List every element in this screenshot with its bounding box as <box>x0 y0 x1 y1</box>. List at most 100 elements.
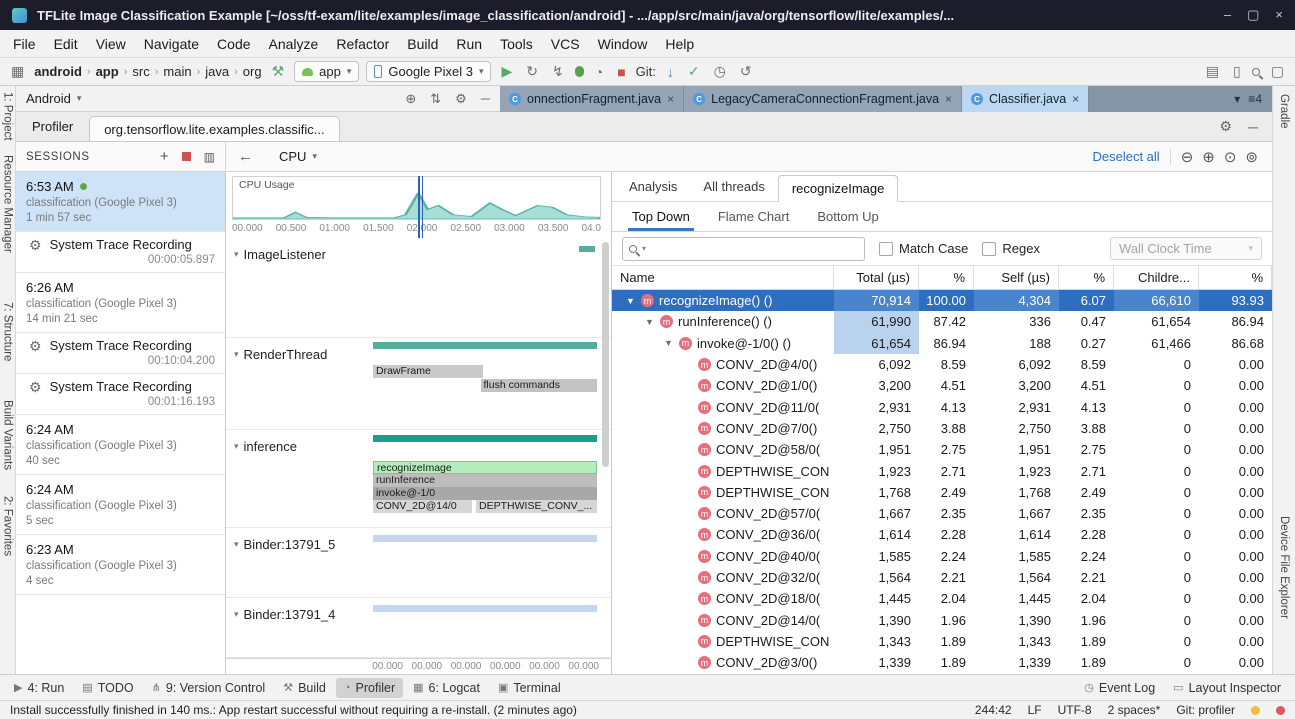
git-branch[interactable]: Git: profiler <box>1176 703 1235 717</box>
match-case-checkbox[interactable]: Match Case <box>879 241 968 256</box>
menu-item-analyze[interactable]: Analyze <box>260 36 328 52</box>
indent-style[interactable]: 2 spaces* <box>1108 703 1161 717</box>
project-settings-gear-icon[interactable]: ⚙ <box>455 91 467 107</box>
tool-stripe-build-variants[interactable]: Build Variants <box>2 400 14 470</box>
tree-table-row[interactable]: mCONV_2D@11/0(2,9314.132,9314.1300.00 <box>612 396 1272 417</box>
vertical-scrollbar[interactable] <box>602 242 609 467</box>
tool-stripe-resource-manager[interactable]: Resource Manager <box>2 155 14 253</box>
cpu-usage-chart[interactable]: CPU Usage <box>232 176 601 220</box>
run-icon[interactable]: ▶ <box>498 63 515 80</box>
tree-table-row[interactable]: mCONV_2D@14/0(1,3901.961,3901.9600.00 <box>612 609 1272 630</box>
tree-table-row[interactable]: mCONV_2D@7/0()2,7503.882,7503.8800.00 <box>612 418 1272 439</box>
close-tab-icon[interactable]: × <box>667 92 674 106</box>
tree-table-row[interactable]: mDEPTHWISE_CON1,7682.491,7682.4900.00 <box>612 482 1272 503</box>
tree-table-row[interactable]: ▼mrunInference() ()61,99087.423360.4761,… <box>612 311 1272 332</box>
menu-item-refactor[interactable]: Refactor <box>327 36 398 52</box>
zoom-to-selection-icon[interactable]: ⊚ <box>1245 148 1258 166</box>
toolwindow-button-layout-inspector[interactable]: ▭Layout Inspector <box>1165 678 1289 698</box>
thread-label[interactable]: ▾RenderThread <box>234 347 327 362</box>
tree-table-row[interactable]: ▼mrecognizeImage() ()70,914100.004,3046.… <box>612 290 1272 311</box>
breadcrumb-java[interactable]: java <box>205 64 229 79</box>
breadcrumb-android[interactable]: android <box>34 64 82 79</box>
collapse-sessions-icon[interactable]: ▥ <box>204 150 215 164</box>
tab-list-icon[interactable]: ≡4 <box>1248 92 1262 106</box>
toolwindow-button-todo[interactable]: ▤TODO <box>74 678 141 698</box>
menu-item-tools[interactable]: Tools <box>491 36 542 52</box>
tree-table-row[interactable]: mCONV_2D@36/0(1,6142.281,6142.2800.00 <box>612 524 1272 545</box>
search-input[interactable] <box>651 241 858 256</box>
session-item[interactable]: 6:53 AMclassification (Google Pixel 3)1 … <box>16 172 225 232</box>
column-header-childre[interactable]: Childre... <box>1114 266 1199 289</box>
tree-table-row[interactable]: ▼minvoke@-1/0() ()61,65486.941880.2761,4… <box>612 333 1272 354</box>
analysis-tab-all-threads[interactable]: All threads <box>690 172 777 201</box>
clock-type-dropdown[interactable]: Wall Clock Time ▾ <box>1110 237 1262 260</box>
menu-item-file[interactable]: File <box>4 36 45 52</box>
run-configuration-dropdown[interactable]: app ▾ <box>294 61 359 82</box>
toolwindow-button-terminal[interactable]: ▣Terminal <box>490 678 569 698</box>
tree-table-row[interactable]: mDEPTHWISE_CON1,3431.891,3431.8900.00 <box>612 631 1272 652</box>
tree-table-row[interactable]: mCONV_2D@1/0()3,2004.513,2004.5100.00 <box>612 375 1272 396</box>
layout-editor-icon[interactable]: ▤ <box>1203 63 1222 80</box>
file-encoding[interactable]: UTF-8 <box>1058 703 1092 717</box>
apply-changes-icon[interactable]: ↻ <box>523 63 541 80</box>
git-rollback-icon[interactable]: ↺ <box>737 63 755 80</box>
menu-item-code[interactable]: Code <box>208 36 259 52</box>
toolwindow-button-event-log[interactable]: ◷Event Log <box>1076 678 1163 698</box>
new-session-plus-icon[interactable]: + <box>160 148 169 165</box>
tree-table-row[interactable]: mCONV_2D@58/0(1,9512.751,9512.7500.00 <box>612 439 1272 460</box>
menu-item-vcs[interactable]: VCS <box>542 36 589 52</box>
profiler-session-tab[interactable]: org.tensorflow.lite.examples.classific..… <box>89 116 339 141</box>
column-header-total-s[interactable]: Total (µs) <box>834 266 919 289</box>
tree-table-row[interactable]: mDEPTHWISE_CON1,9232.711,9232.7100.00 <box>612 460 1272 481</box>
column-header-[interactable]: % <box>1059 266 1114 289</box>
thread-label[interactable]: ▾ImageListener <box>234 247 326 262</box>
metric-dropdown[interactable]: CPU ▾ <box>279 149 317 164</box>
breadcrumb-org[interactable]: org <box>243 64 262 79</box>
menu-item-navigate[interactable]: Navigate <box>135 36 208 52</box>
expand-icon[interactable]: ▼ <box>664 338 674 348</box>
zoom-in-icon[interactable]: ⊕ <box>1202 148 1215 166</box>
selection-range-handle[interactable] <box>418 176 420 238</box>
session-item[interactable]: 6:26 AMclassification (Google Pixel 3)14… <box>16 273 225 333</box>
stop-icon[interactable]: ■ <box>614 64 628 80</box>
column-header-name[interactable]: Name <box>612 266 834 289</box>
debug-icon[interactable] <box>575 66 584 77</box>
tree-table-row[interactable]: mCONV_2D@32/0(1,5642.211,5642.2100.00 <box>612 567 1272 588</box>
menu-item-window[interactable]: Window <box>589 36 657 52</box>
toolwindow-button-4-run[interactable]: ▶4: Run <box>6 678 72 698</box>
editor-tab-onnectionfragment-java[interactable]: ConnectionFragment.java× <box>500 86 684 112</box>
editor-tab-classifier-java[interactable]: CClassifier.java× <box>962 86 1089 112</box>
expand-icon[interactable]: ▼ <box>645 317 655 327</box>
back-arrow-icon[interactable]: ← <box>238 148 253 165</box>
project-view-selector[interactable]: Android <box>26 91 71 106</box>
tool-stripe-gradle[interactable]: Gradle <box>1278 94 1290 129</box>
minimize-panel-icon[interactable]: ─ <box>1248 119 1258 135</box>
menu-item-build[interactable]: Build <box>398 36 447 52</box>
regex-checkbox[interactable]: Regex <box>982 241 1040 256</box>
session-item[interactable]: 6:23 AMclassification (Google Pixel 3)4 … <box>16 535 225 595</box>
toolwindow-button-build[interactable]: ⚒Build <box>275 678 334 698</box>
reset-zoom-icon[interactable]: ⊙ <box>1224 148 1237 166</box>
zoom-out-icon[interactable]: ⊖ <box>1181 148 1194 166</box>
profiler-settings-gear-icon[interactable]: ⚙ <box>1220 118 1233 135</box>
locate-file-icon[interactable]: ⊕ <box>405 91 416 107</box>
breadcrumb-src[interactable]: src <box>132 64 149 79</box>
minimize-window-icon[interactable]: – <box>1224 7 1231 23</box>
toolwindow-button-6-logcat[interactable]: ▦6: Logcat <box>405 678 488 698</box>
apply-code-changes-icon[interactable]: ↯ <box>549 63 567 80</box>
editor-tab-legacycameraconnectionfragment-java[interactable]: CLegacyCameraConnectionFragment.java× <box>684 86 962 112</box>
device-manager-icon[interactable]: ▯ <box>1230 63 1244 80</box>
thread-label[interactable]: ▾Binder:13791_4 <box>234 607 335 622</box>
search-options-chevron-icon[interactable]: ▾ <box>642 244 646 253</box>
thread-label[interactable]: ▾Binder:13791_5 <box>234 537 335 552</box>
git-history-icon[interactable]: ◷ <box>711 63 729 80</box>
tool-stripe-7-structure[interactable]: 7: Structure <box>2 302 14 361</box>
tool-stripe-device-file-explorer[interactable]: Device File Explorer <box>1278 516 1290 619</box>
column-header-[interactable]: % <box>919 266 974 289</box>
column-header-[interactable]: % <box>1199 266 1272 289</box>
device-dropdown[interactable]: Google Pixel 3 ▾ <box>366 61 491 82</box>
breadcrumb-app[interactable]: app <box>96 64 119 79</box>
toolwindow-button-9-version-control[interactable]: ⋔9: Version Control <box>144 678 274 698</box>
analysis-tab-analysis[interactable]: Analysis <box>616 172 690 201</box>
tool-stripe-2-favorites[interactable]: 2: Favorites <box>2 496 14 556</box>
